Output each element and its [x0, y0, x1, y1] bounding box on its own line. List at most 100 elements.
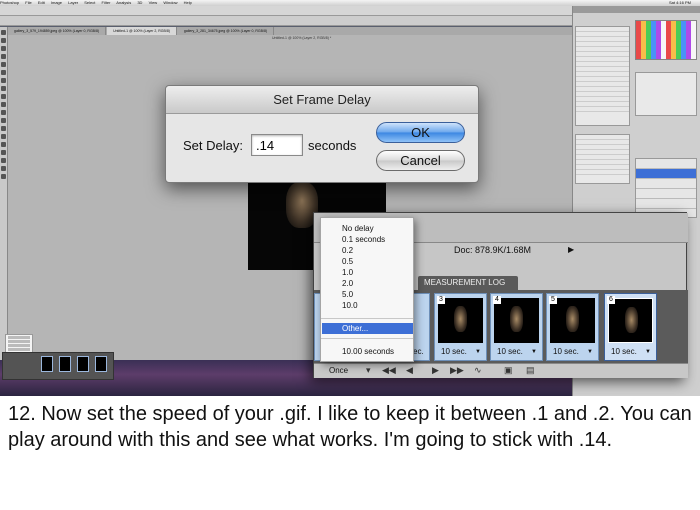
doc-tab-active[interactable]: Untitled-1 @ 100% (Layer 2, RGB/8) — [107, 27, 177, 35]
tools-panel — [0, 27, 8, 360]
previous-frame-icon[interactable]: ◀ — [406, 365, 413, 376]
frame-delay[interactable]: 10 sec. — [553, 347, 579, 356]
delay-option[interactable]: No delay — [322, 223, 413, 234]
wand-tool-icon[interactable] — [1, 54, 6, 59]
shape-tool-icon[interactable] — [1, 158, 6, 163]
document-tabs: gallery_3_579_194859.jpeg @ 100% (Layer … — [8, 27, 572, 35]
application-bar — [0, 6, 572, 16]
frame-delay-menu: No delay 0.1 seconds 0.2 0.5 1.0 2.0 5.0… — [320, 217, 414, 362]
dialog-title: Set Frame Delay — [166, 86, 478, 114]
gradient-tool-icon[interactable] — [1, 118, 6, 123]
hand-tool-icon[interactable] — [1, 166, 6, 171]
crop-tool-icon[interactable] — [1, 62, 6, 67]
delay-label: Set Delay: — [183, 138, 243, 153]
options-bar — [0, 16, 572, 26]
menu-separator — [321, 338, 413, 339]
delay-option[interactable]: 10.0 — [322, 300, 413, 311]
cancel-button[interactable]: Cancel — [376, 150, 465, 171]
heal-tool-icon[interactable] — [1, 78, 6, 83]
delay-caret-icon[interactable]: ▼ — [645, 349, 651, 355]
first-frame-icon[interactable]: ◀◀ — [382, 365, 396, 376]
loop-caret-icon[interactable]: ▾ — [366, 365, 371, 376]
adjustments-panel[interactable] — [635, 72, 697, 116]
path-select-tool-icon[interactable] — [1, 150, 6, 155]
ok-button[interactable]: OK — [376, 122, 465, 143]
frame-delay[interactable]: 10 sec. — [497, 347, 523, 356]
animation-controls: Once ▾ ◀◀ ◀ ▶ ▶▶ ∿ ▣ ▤ — [314, 363, 688, 378]
frame-number: 3 — [437, 296, 445, 304]
menu-help[interactable]: Help — [184, 0, 192, 5]
trash-icon[interactable]: ▤ — [526, 365, 535, 376]
next-frame-icon[interactable]: ▶▶ — [450, 365, 464, 376]
lasso-tool-icon[interactable] — [1, 46, 6, 51]
delay-input[interactable] — [251, 134, 303, 156]
menu-window[interactable]: Window — [163, 0, 177, 5]
frame-thumbnail — [494, 298, 539, 343]
frame-6[interactable]: 6 10 sec. ▼ — [604, 293, 657, 361]
frame-number: 6 — [607, 296, 615, 304]
menu-filter[interactable]: Filter — [102, 0, 111, 5]
frame-5[interactable]: 5 10 sec. ▼ — [546, 293, 599, 361]
frame-thumbnail — [438, 298, 483, 343]
status-arrow-icon[interactable]: ▶ — [568, 245, 574, 254]
menu-layer[interactable]: Layer — [68, 0, 78, 5]
frame-3[interactable]: 3 10 sec. ▼ — [434, 293, 487, 361]
loop-select[interactable]: Once — [329, 366, 348, 375]
delay-option[interactable]: 0.5 — [322, 256, 413, 267]
layers-panel[interactable] — [635, 158, 697, 218]
menu-select[interactable]: Select — [84, 0, 95, 5]
tutorial-caption: 12. Now set the speed of your .gif. I li… — [8, 403, 692, 451]
new-frame-icon[interactable]: ▣ — [504, 365, 513, 376]
delay-option[interactable]: 5.0 — [322, 289, 413, 300]
menu-file[interactable]: File — [25, 0, 31, 5]
tween-icon[interactable]: ∿ — [474, 365, 482, 376]
photoshop-screenshot: Photoshop File Edit Image Layer Select F… — [0, 0, 700, 396]
menu-app[interactable]: Photoshop — [0, 0, 19, 5]
frame-4[interactable]: 4 10 sec. ▼ — [490, 293, 543, 361]
doc-size-readout: Doc: 878.9K/1.68M — [454, 245, 532, 255]
measurement-log-tab[interactable]: MEASUREMENT LOG — [418, 276, 518, 290]
delay-caret-icon[interactable]: ▼ — [475, 349, 481, 355]
delay-option[interactable]: 2.0 — [322, 278, 413, 289]
eraser-tool-icon[interactable] — [1, 110, 6, 115]
eyedropper-tool-icon[interactable] — [1, 70, 6, 75]
delay-option-current[interactable]: 10.00 seconds — [322, 346, 413, 357]
history-brush-tool-icon[interactable] — [1, 102, 6, 107]
frame-thumbnail — [550, 298, 595, 343]
delay-caret-icon[interactable]: ▼ — [587, 349, 593, 355]
delay-option[interactable]: 0.2 — [322, 245, 413, 256]
zoom-tool-icon[interactable] — [1, 174, 6, 179]
frame-delay[interactable]: 10 sec. — [611, 347, 637, 356]
delay-caret-icon[interactable]: ▼ — [531, 349, 537, 355]
dodge-tool-icon[interactable] — [1, 126, 6, 131]
delay-option[interactable]: 1.0 — [322, 267, 413, 278]
menu-3d[interactable]: 3D — [137, 0, 142, 5]
marquee-tool-icon[interactable] — [1, 38, 6, 43]
pen-tool-icon[interactable] — [1, 134, 6, 139]
mini-animation-strip — [2, 352, 114, 380]
move-tool-icon[interactable] — [1, 30, 6, 35]
delay-option-other[interactable]: Other... — [322, 323, 413, 334]
actions-list[interactable] — [575, 134, 630, 184]
history-panel-header — [573, 6, 700, 13]
menu-edit[interactable]: Edit — [38, 0, 45, 5]
delay-option[interactable]: 0.1 seconds — [322, 234, 413, 245]
window-title: Untitled-1 @ 100% (Layer 2, RGB/8) * — [272, 36, 332, 40]
stamp-tool-icon[interactable] — [1, 94, 6, 99]
swatches-panel[interactable] — [635, 20, 697, 60]
set-frame-delay-dialog: Set Frame Delay Set Delay: seconds OK Ca… — [165, 85, 479, 183]
frame-delay[interactable]: 10 sec. — [441, 347, 467, 356]
frame-number: 4 — [493, 296, 501, 304]
menu-separator — [321, 318, 413, 319]
menu-image[interactable]: Image — [51, 0, 62, 5]
type-tool-icon[interactable] — [1, 142, 6, 147]
brush-tool-icon[interactable] — [1, 86, 6, 91]
play-icon[interactable]: ▶ — [432, 365, 439, 376]
doc-tab[interactable]: gallery_3_579_194859.jpeg @ 100% (Layer … — [8, 27, 107, 35]
history-list[interactable] — [575, 26, 630, 126]
menu-analysis[interactable]: Analysis — [116, 0, 131, 5]
menu-view[interactable]: View — [149, 0, 158, 5]
delay-unit: seconds — [308, 138, 357, 153]
doc-tab[interactable]: gallery_3_281_34675.jpeg @ 100% (Layer 0… — [178, 27, 275, 35]
frame-number: 5 — [549, 296, 557, 304]
